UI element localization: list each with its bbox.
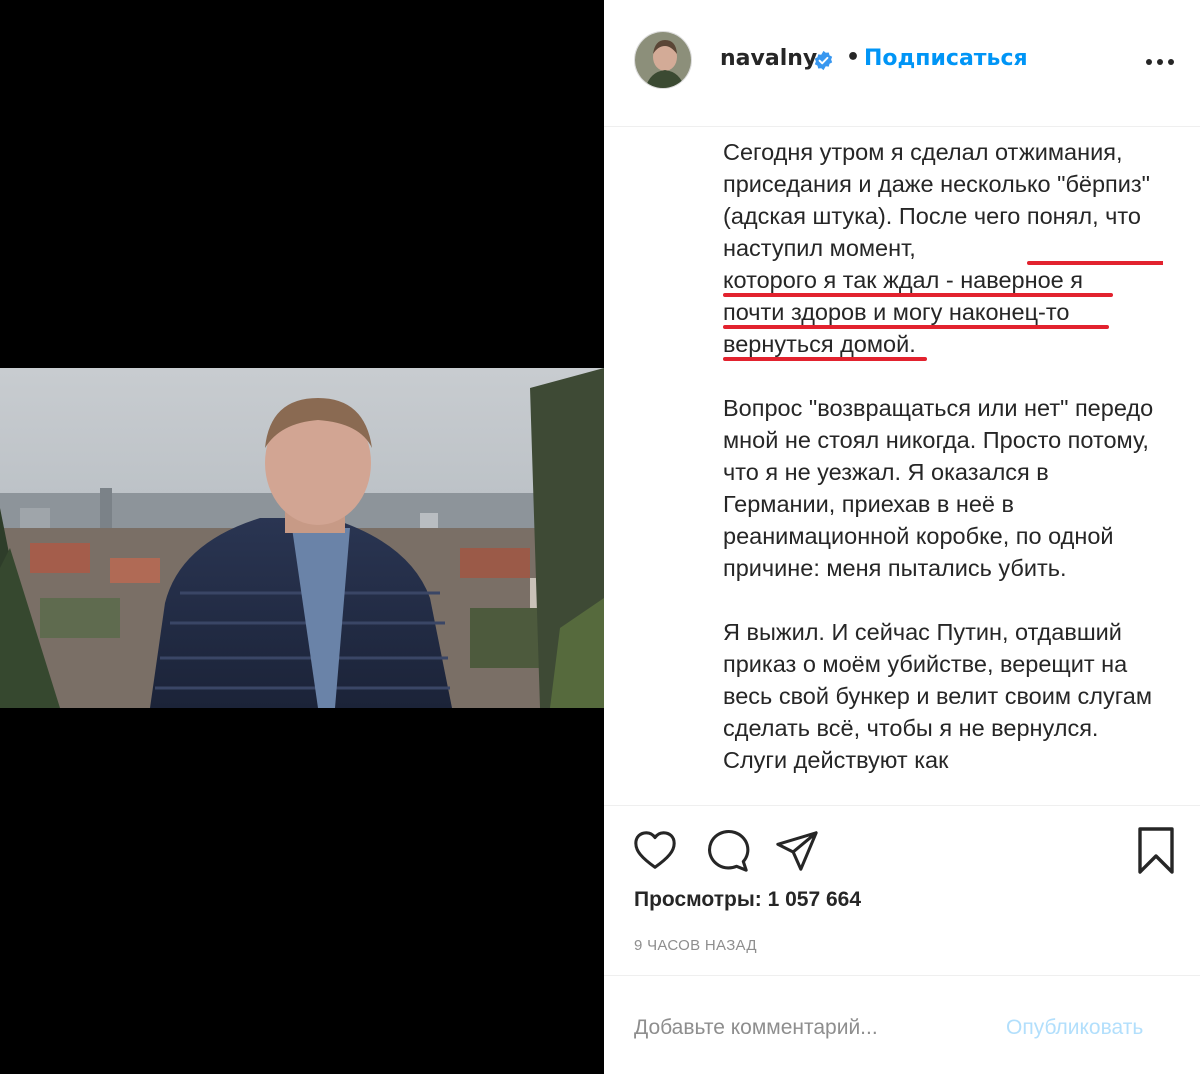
red-underline [723, 293, 1113, 297]
post-caption: Сегодня утром я сделал отжимания, присед… [723, 136, 1163, 804]
post-side-panel: navalny • Подписаться Сегодня утром я сд… [604, 0, 1200, 1074]
caption-paragraph-1: Сегодня утром я сделал отжимания, присед… [723, 136, 1163, 361]
views-count[interactable]: Просмотры: 1 057 664 [634, 888, 861, 912]
follow-button[interactable]: Подписаться [864, 46, 1028, 71]
caption-text: вернуться домой [723, 331, 910, 357]
highlighted-line: которого я так ждал - наверное я [723, 267, 1113, 297]
verified-badge-icon [813, 50, 834, 71]
caption-text: которого я так ждал - наверное я [723, 267, 1083, 293]
highlighted-line: вернуться домой [723, 331, 927, 361]
caption-text: почти здоров и могу наконец-то [723, 299, 1070, 325]
heart-icon[interactable] [632, 828, 678, 878]
username[interactable]: navalny [720, 46, 817, 71]
comment-box: Опубликовать [604, 975, 1200, 1074]
send-icon[interactable] [774, 828, 820, 878]
bookmark-icon[interactable] [1136, 826, 1176, 880]
post-header: navalny • Подписаться [604, 0, 1200, 127]
media-viewer [0, 0, 604, 1074]
highlighted-line: почти здоров и могу наконец-то [723, 299, 1109, 329]
avatar[interactable] [634, 31, 692, 89]
comment-input[interactable] [634, 1006, 994, 1050]
publish-button[interactable]: Опубликовать [1006, 1016, 1143, 1040]
post-timestamp[interactable]: 9 ЧАСОВ НАЗАД [634, 937, 757, 954]
caption-paragraph-2: Вопрос "возвращаться или нет" передо мно… [723, 395, 1154, 581]
more-options-icon[interactable] [1142, 50, 1178, 74]
comment-icon[interactable] [704, 828, 750, 878]
caption-text: . [909, 331, 916, 357]
separator-dot: • [846, 45, 861, 70]
red-underline [723, 357, 927, 361]
red-underline [723, 325, 1109, 329]
caption-paragraph-3: Я выжил. И сейчас Путин, отдавший приказ… [723, 619, 1153, 773]
video-frame-image [0, 368, 604, 708]
red-underline [1026, 261, 1163, 265]
post-video[interactable] [0, 368, 604, 708]
